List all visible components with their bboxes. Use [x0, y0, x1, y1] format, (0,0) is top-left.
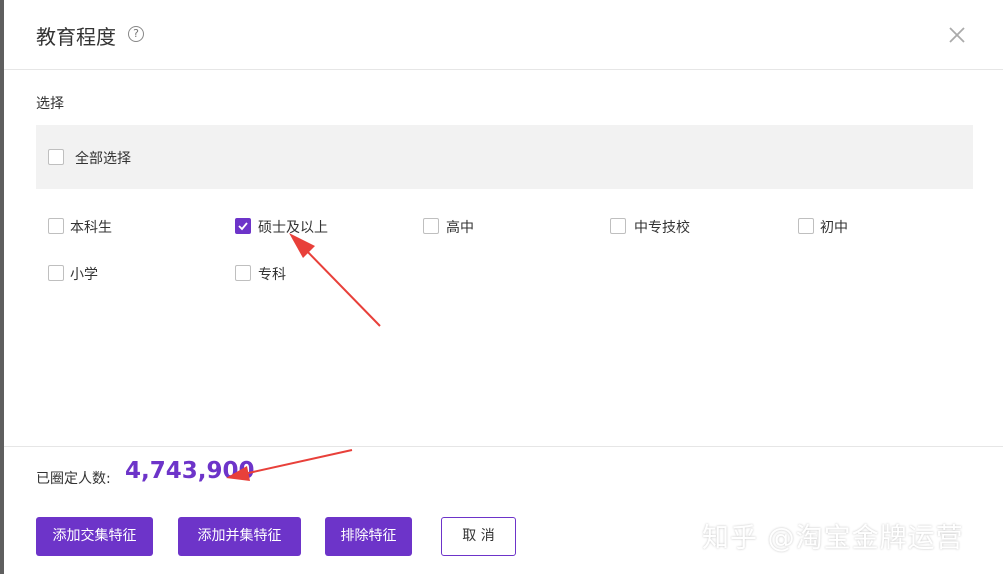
checkbox-primary-school[interactable] — [48, 265, 64, 281]
option-label-junior-college[interactable]: 专科 — [258, 264, 286, 284]
dialog-title: 教育程度 — [36, 25, 116, 49]
close-icon[interactable] — [946, 24, 968, 46]
checkbox-bachelor[interactable] — [48, 218, 64, 234]
watermark: 知乎 @淘宝金牌运营 — [702, 523, 964, 554]
option-label-vocational-school[interactable]: 中专技校 — [634, 217, 690, 237]
education-level-dialog: 教育程度 ? 选择 全部选择 本科生 硕士及以上 高中 中专技校 初中 小学 专… — [4, 0, 1003, 574]
footer-divider — [4, 446, 1003, 447]
help-icon[interactable]: ? — [128, 26, 144, 42]
select-all-label[interactable]: 全部选择 — [75, 148, 131, 168]
option-label-bachelor[interactable]: 本科生 — [70, 217, 112, 237]
audience-count-label: 已圈定人数: — [36, 471, 111, 487]
checkbox-junior-high[interactable] — [798, 218, 814, 234]
dialog-header: 教育程度 ? — [4, 0, 1003, 70]
option-label-primary-school[interactable]: 小学 — [70, 264, 98, 284]
section-label: 选择 — [36, 96, 64, 112]
option-label-junior-high[interactable]: 初中 — [820, 217, 848, 237]
cancel-button[interactable]: 取 消 — [441, 517, 516, 556]
exclude-feature-button[interactable]: 排除特征 — [325, 517, 412, 556]
audience-count-value: 4,743,900 — [125, 458, 255, 484]
add-intersection-feature-button[interactable]: 添加交集特征 — [36, 517, 153, 556]
select-all-row: 全部选择 — [36, 125, 973, 189]
checkmark-icon — [238, 222, 248, 231]
checkbox-junior-college[interactable] — [235, 265, 251, 281]
checkbox-vocational-school[interactable] — [610, 218, 626, 234]
checkbox-master-and-above[interactable] — [235, 218, 251, 234]
add-union-feature-button[interactable]: 添加并集特征 — [178, 517, 301, 556]
option-label-high-school[interactable]: 高中 — [446, 217, 474, 237]
checkbox-high-school[interactable] — [423, 218, 439, 234]
select-all-checkbox[interactable] — [48, 149, 64, 165]
option-label-master-and-above[interactable]: 硕士及以上 — [258, 217, 328, 237]
